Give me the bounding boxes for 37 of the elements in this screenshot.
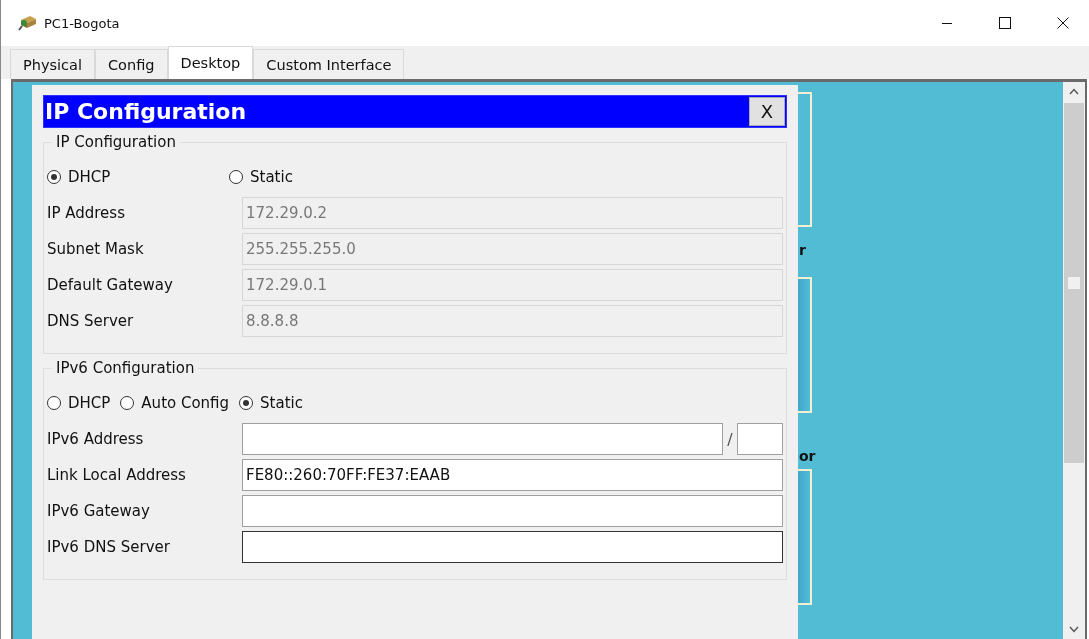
icon-label: or [799, 448, 816, 464]
close-icon[interactable] [1057, 17, 1069, 29]
tab[interactable]: Physical [10, 49, 95, 79]
input-field[interactable] [242, 495, 783, 527]
radio-button[interactable]: DHCP [47, 168, 229, 186]
input-field[interactable] [242, 423, 723, 455]
field-label: DNS Server [47, 312, 135, 330]
field-label: Subnet Mask [47, 240, 145, 258]
tab[interactable]: Config [95, 49, 168, 79]
input-field[interactable] [242, 531, 783, 563]
window-title: PC1-Bogota [44, 15, 120, 31]
scroll-up-icon[interactable] [1069, 88, 1079, 95]
input-field[interactable]: FE80::260:70FF:FE37:EAAB [242, 459, 783, 491]
group-title: IPv6 Configuration [52, 359, 199, 377]
dialog-title: IP Configuration [44, 99, 247, 124]
radio-button[interactable]: Static [239, 394, 303, 412]
scrollbar[interactable] [1063, 82, 1085, 639]
field-label: IPv6 Address [47, 430, 145, 448]
tab[interactable]: Custom Interface [253, 49, 405, 79]
close-button[interactable]: X [749, 97, 785, 126]
icon-label: r [799, 242, 806, 258]
field-label: IPv6 Gateway [47, 502, 151, 520]
app-icon [18, 14, 38, 32]
group-title: IP Configuration [52, 133, 180, 151]
radio-button[interactable]: DHCP [47, 394, 111, 412]
field-label: Default Gateway [47, 276, 174, 294]
maximize-icon[interactable] [999, 17, 1011, 29]
field-label: IP Address [47, 204, 126, 222]
scroll-down-icon[interactable] [1069, 626, 1079, 633]
tab[interactable]: Desktop [167, 46, 254, 79]
field-label: Link Local Address [47, 466, 187, 484]
field-label: IPv6 DNS Server [47, 538, 171, 556]
scrollbar-thumb[interactable] [1064, 103, 1084, 463]
input-field[interactable] [737, 423, 783, 455]
radio-button[interactable]: Auto Config [120, 394, 230, 412]
separator-text: / [726, 429, 734, 449]
radio-button[interactable]: Static [229, 168, 293, 186]
